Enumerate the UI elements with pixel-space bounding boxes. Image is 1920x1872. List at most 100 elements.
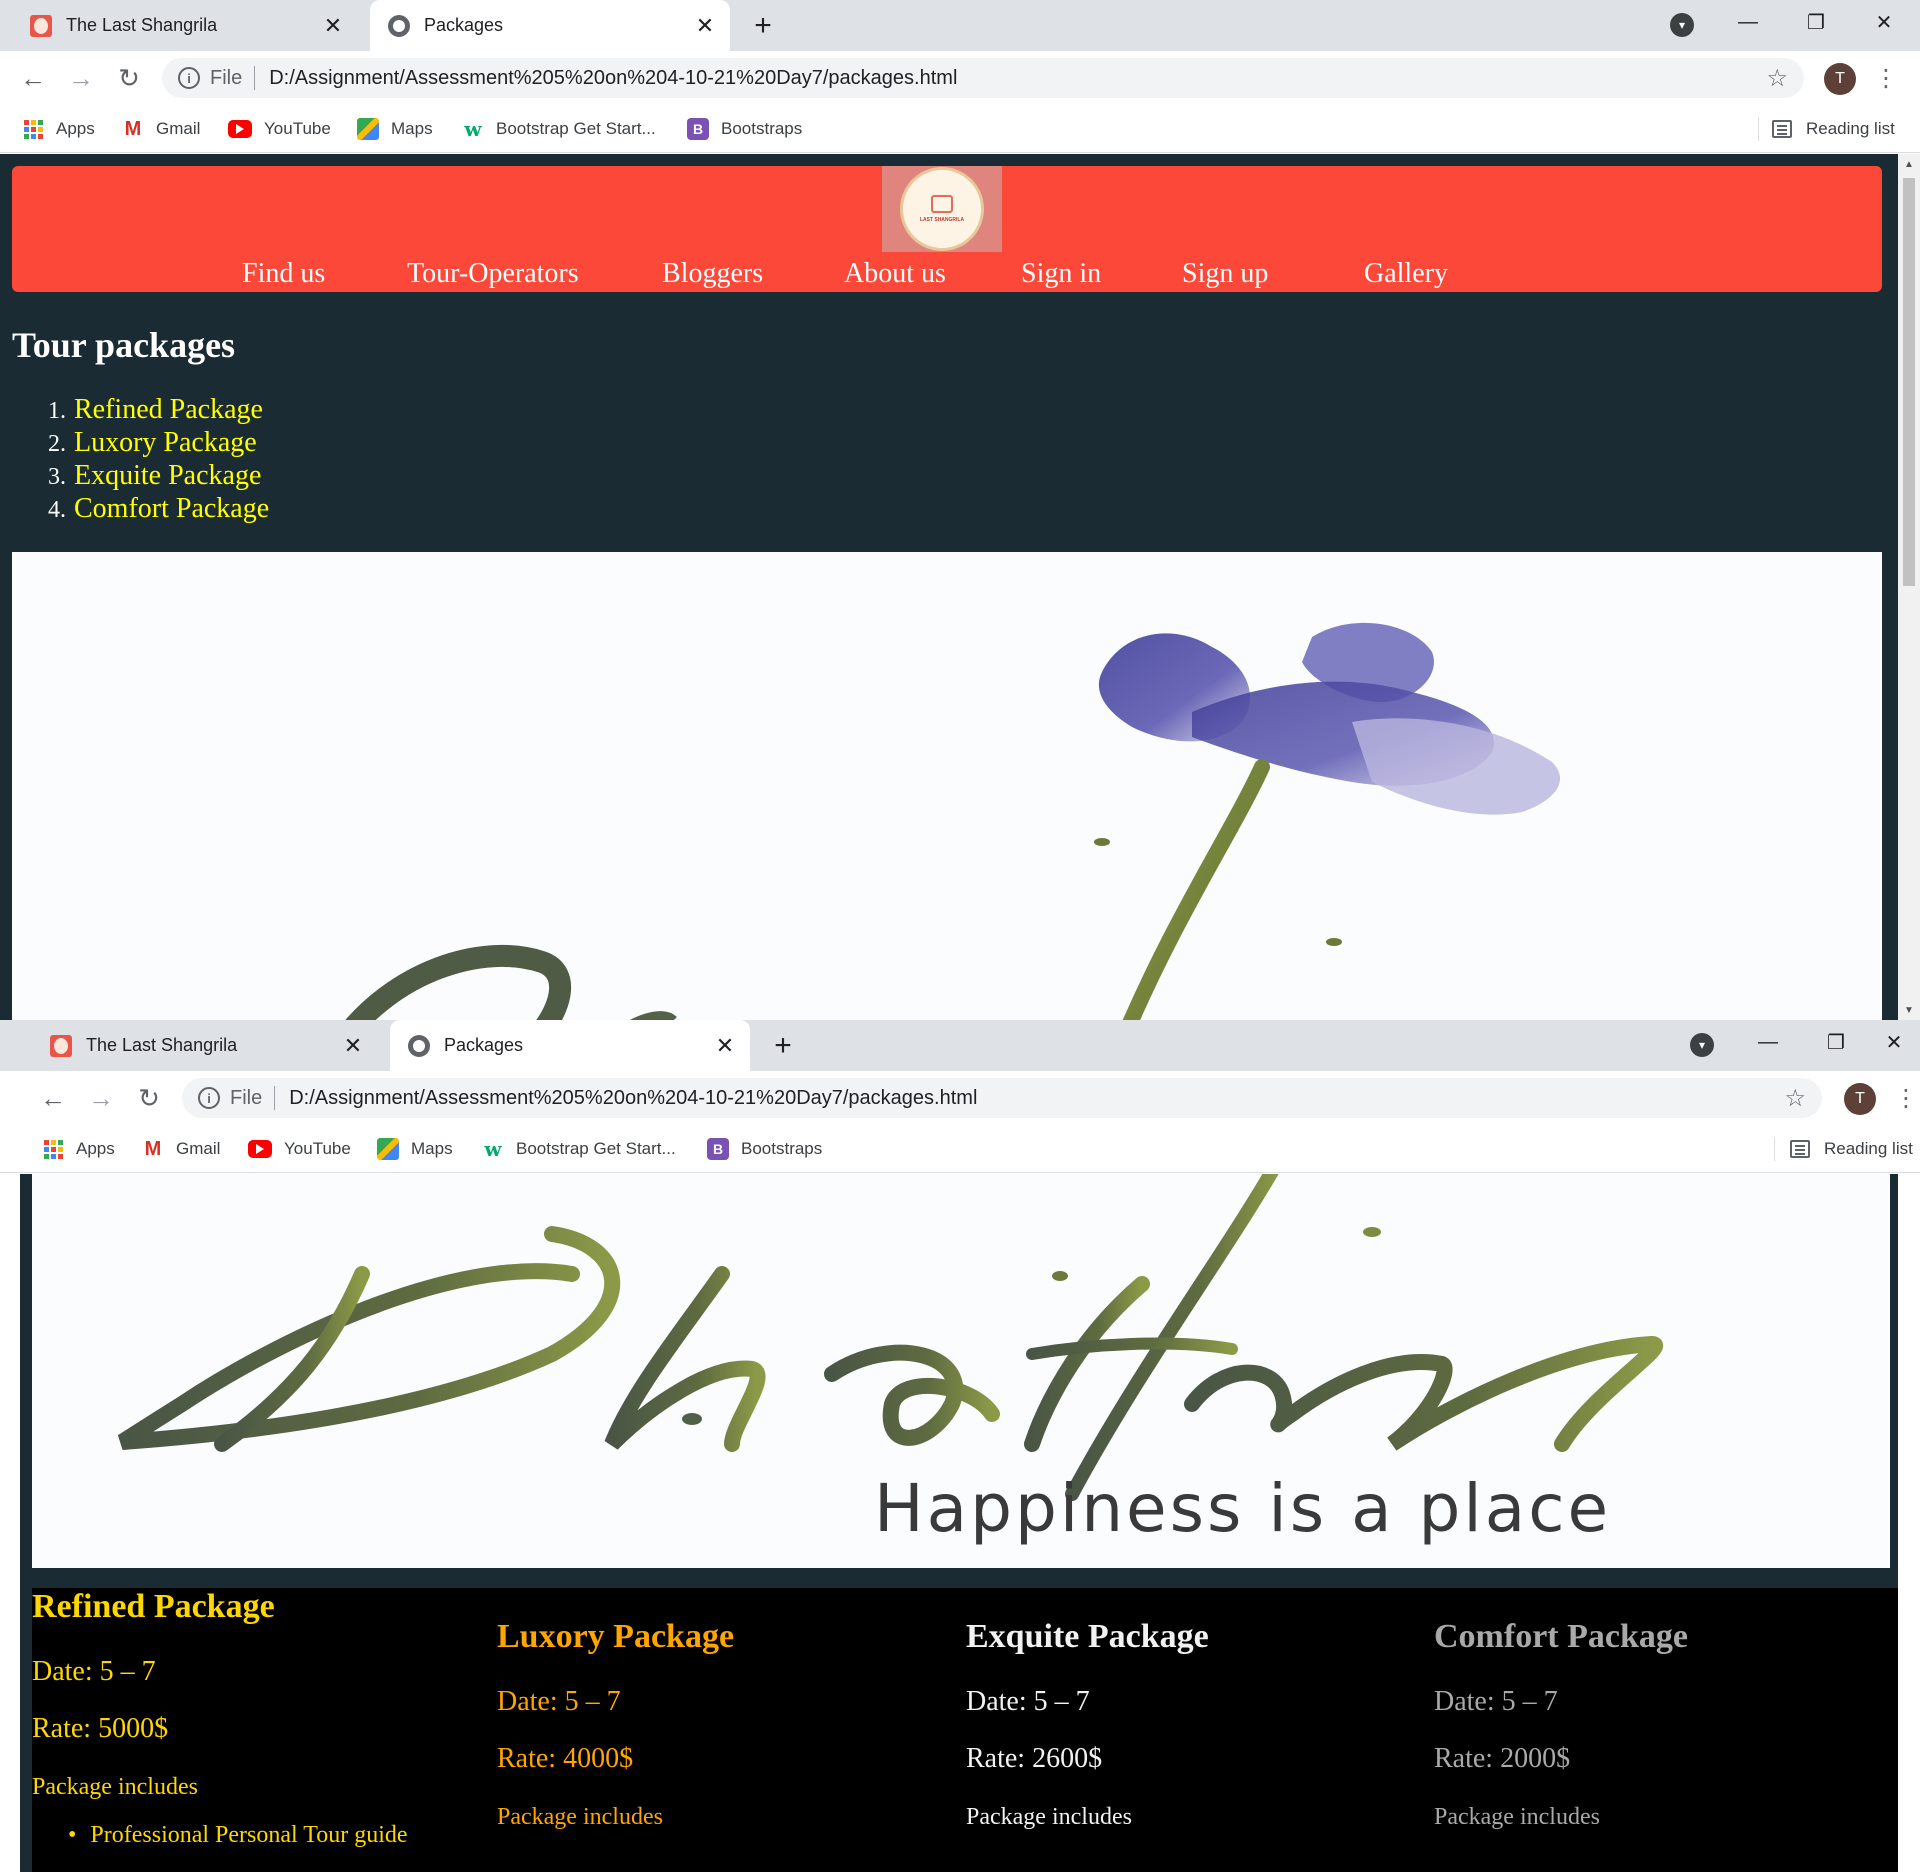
nav-bloggers[interactable]: Bloggers [662, 258, 763, 290]
close-window-icon[interactable]: ✕ [1864, 1020, 1920, 1064]
bookmark-gmail[interactable]: M Gmail [122, 117, 201, 141]
tab-packages[interactable]: Packages ✕ [390, 1020, 750, 1071]
close-tab-icon[interactable]: ✕ [318, 11, 348, 41]
bookmark-bootstraps[interactable]: B Bootstraps [687, 117, 802, 141]
minimize-icon[interactable]: — [1738, 1020, 1798, 1064]
new-tab-button[interactable]: + [765, 1028, 801, 1064]
close-tab-icon[interactable]: ✕ [338, 1031, 368, 1061]
package-includes-label: Package includes [497, 1804, 663, 1830]
nav-sign-up[interactable]: Sign up [1182, 258, 1268, 290]
vertical-scrollbar[interactable]: ▲ ▼ [1898, 154, 1920, 1020]
bookmark-w3schools[interactable]: w Bootstrap Get Start... [482, 1137, 675, 1161]
luxory-package-card: Luxory Package Date: 5 – 7 Rate: 4000$ P… [497, 1618, 957, 1830]
close-tab-icon[interactable]: ✕ [690, 11, 720, 41]
package-includes-label: Package includes [966, 1804, 1132, 1830]
bookmark-bootstraps[interactable]: B Bootstraps [707, 1137, 822, 1161]
scroll-up-icon[interactable]: ▲ [1903, 158, 1915, 170]
tab-strip: The Last Shangrila ✕ Packages ✕ + ▾ — ❐ … [0, 0, 1920, 51]
refined-package-card: Refined Package Date: 5 – 7 Rate: 5000$ … [32, 1588, 492, 1848]
tab-title: Packages [444, 1035, 524, 1055]
bookmark-star-icon[interactable]: ☆ [1784, 1084, 1806, 1113]
nav-gallery[interactable]: Gallery [1364, 258, 1448, 290]
link-comfort-package[interactable]: Comfort Package [74, 493, 269, 525]
flower-illustration [345, 622, 1561, 1020]
forward-icon[interactable]: → [84, 1081, 118, 1115]
info-icon[interactable]: i [198, 1087, 220, 1109]
url-text[interactable]: D:/Assignment/Assessment%205%20on%204-10… [269, 67, 957, 90]
close-window-icon[interactable]: ✕ [1854, 0, 1914, 44]
nav-about-us[interactable]: About us [844, 258, 946, 290]
bookmark-gmail[interactable]: M Gmail [142, 1137, 221, 1161]
reading-list-button[interactable]: Reading list [1772, 117, 1895, 141]
close-tab-icon[interactable]: ✕ [710, 1031, 740, 1061]
site-logo[interactable]: LAST SHANGRILA [882, 166, 1002, 252]
package-rate: Rate: 2000$ [1434, 1743, 1571, 1774]
address-bar[interactable]: i File D:/Assignment/Assessment%205%20on… [162, 58, 1804, 98]
bookmark-maps[interactable]: Maps [377, 1137, 453, 1161]
info-icon[interactable]: i [178, 67, 200, 89]
banner-tagline: Happiness is a place [874, 1470, 1612, 1547]
reload-icon[interactable]: ↻ [112, 61, 146, 95]
browser-toolbar: ← → ↻ i File D:/Assignment/Assessment%20… [0, 1071, 1920, 1125]
address-bar[interactable]: i File D:/Assignment/Assessment%205%20on… [182, 1078, 1822, 1118]
profile-avatar[interactable]: T [1844, 1083, 1876, 1115]
reload-icon[interactable]: ↻ [132, 1081, 166, 1115]
bookmark-w3schools[interactable]: w Bootstrap Get Start... [462, 117, 655, 141]
bookmark-apps[interactable]: Apps [22, 117, 95, 141]
forward-icon[interactable]: → [64, 61, 98, 95]
reading-list-button[interactable]: Reading list [1790, 1137, 1913, 1161]
page-viewport: Happiness is a place Refined Package Dat… [20, 1174, 1898, 1872]
tab-last-shangrila[interactable]: The Last Shangrila ✕ [12, 0, 358, 51]
bookmark-apps[interactable]: Apps [42, 1137, 115, 1161]
new-tab-button[interactable]: + [745, 8, 781, 44]
menu-icon[interactable]: ⋮ [1894, 1081, 1918, 1115]
browser-window-top: The Last Shangrila ✕ Packages ✕ + ▾ — ❐ … [0, 0, 1920, 1020]
bookmarks-bar: Apps M Gmail YouTube Maps w Bootstrap Ge… [0, 105, 1920, 153]
reading-list-icon [1790, 1140, 1810, 1158]
package-heading: Exquite Package [966, 1618, 1209, 1655]
browser-toolbar: ← → ↻ i File D:/Assignment/Assessment%20… [0, 51, 1920, 105]
tab-search-icon[interactable]: ▾ [1690, 1033, 1714, 1057]
link-refined-package[interactable]: Refined Package [74, 394, 263, 426]
link-exquite-package[interactable]: Exquite Package [74, 460, 261, 492]
minimize-icon[interactable]: — [1718, 0, 1778, 44]
reading-list-icon [1772, 120, 1792, 138]
restore-icon[interactable]: ❐ [1786, 0, 1846, 44]
maps-icon [377, 1138, 399, 1160]
globe-icon [408, 1034, 430, 1057]
bookmark-star-icon[interactable]: ☆ [1766, 64, 1788, 93]
back-icon[interactable]: ← [36, 1081, 70, 1115]
nav-tour-operators[interactable]: Tour-Operators [407, 258, 579, 290]
menu-icon[interactable]: ⋮ [1874, 61, 1898, 95]
gmail-icon: M [124, 117, 142, 140]
tab-last-shangrila[interactable]: The Last Shangrila ✕ [32, 1020, 378, 1071]
scroll-down-icon[interactable]: ▼ [1903, 1004, 1915, 1016]
gmail-icon: M [144, 1137, 162, 1160]
package-rate: Rate: 5000$ [32, 1713, 169, 1744]
tab-packages[interactable]: Packages ✕ [370, 0, 730, 51]
package-rate: Rate: 4000$ [497, 1743, 634, 1774]
nav-find-us[interactable]: Find us [242, 258, 325, 290]
back-icon[interactable]: ← [16, 61, 50, 95]
bookmark-maps[interactable]: Maps [357, 117, 433, 141]
bhutan-banner-image [12, 552, 1882, 1020]
package-heading: Luxory Package [497, 1618, 735, 1655]
package-links-list: 1. Refined Package 2. Luxory Package 3. Exq… [46, 394, 269, 526]
w3schools-icon: w [484, 1137, 502, 1161]
restore-icon[interactable]: ❐ [1806, 1020, 1866, 1064]
scrollbar-thumb[interactable] [1903, 178, 1915, 586]
list-item: 1. Refined Package [48, 394, 263, 426]
link-luxory-package[interactable]: Luxory Package [74, 427, 257, 459]
package-date: Date: 5 – 7 [32, 1656, 156, 1687]
bookmark-youtube[interactable]: YouTube [248, 1137, 351, 1161]
url-text[interactable]: D:/Assignment/Assessment%205%20on%204-10… [289, 1087, 977, 1110]
tab-title: The Last Shangrila [66, 15, 218, 35]
package-details-panel: Refined Package Date: 5 – 7 Rate: 5000$ … [32, 1588, 1898, 1872]
package-date: Date: 5 – 7 [966, 1686, 1090, 1717]
browser-window-bottom: The Last Shangrila ✕ Packages ✕ + ▾ — ❐ … [0, 1020, 1920, 1872]
bookmark-youtube[interactable]: YouTube [228, 117, 331, 141]
nav-sign-in[interactable]: Sign in [1021, 258, 1101, 290]
page-viewport: LAST SHANGRILA Find us Tour-Operators Bl… [0, 154, 1898, 1020]
tab-search-icon[interactable]: ▾ [1670, 13, 1694, 37]
profile-avatar[interactable]: T [1824, 63, 1856, 95]
